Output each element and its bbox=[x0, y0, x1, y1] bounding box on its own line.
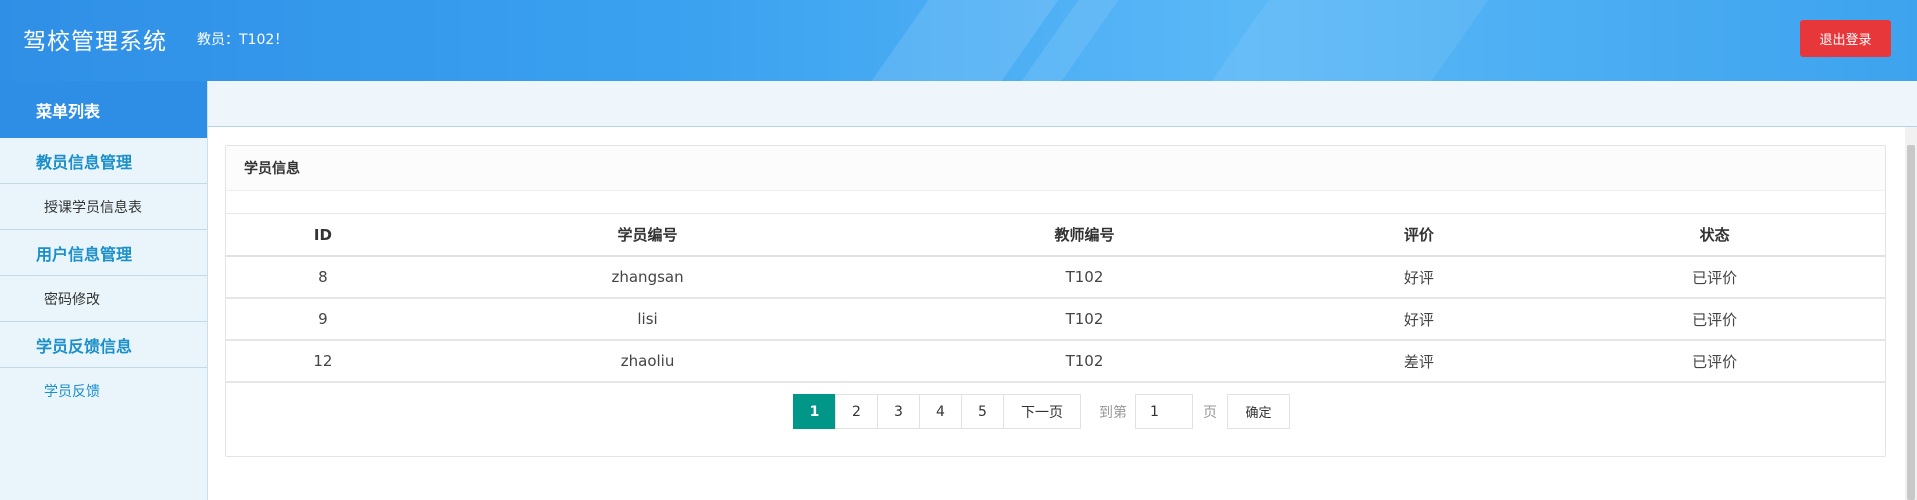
pagination: 1 2 3 4 5 下一页 到第 页 确定 bbox=[793, 394, 1290, 429]
app-title: 驾校管理系统 bbox=[23, 29, 167, 55]
goto-label: 到第 bbox=[1099, 404, 1127, 421]
menu-group-feedback-info[interactable]: 学员反馈信息 bbox=[0, 322, 207, 368]
column-header-rating: 评价 bbox=[1293, 214, 1545, 257]
table-row: 9 lisi T102 好评 已评价 bbox=[226, 298, 1885, 341]
card-title: 学员信息 bbox=[226, 146, 1885, 191]
menu-group-teacher-info[interactable]: 教员信息管理 bbox=[0, 138, 207, 184]
logout-button[interactable]: 退出登录 bbox=[1800, 20, 1891, 57]
cell-id: 12 bbox=[226, 340, 420, 383]
page-button-1[interactable]: 1 bbox=[793, 394, 836, 429]
top-header: 驾校管理系统 教员：T102！ 退出登录 bbox=[0, 0, 1917, 81]
cell-id: 8 bbox=[226, 256, 420, 299]
scrollbar-thumb[interactable] bbox=[1907, 145, 1915, 500]
menu-item-student-feedback[interactable]: 学员反馈 bbox=[0, 368, 207, 413]
cell-student-no: zhaoliu bbox=[419, 340, 876, 383]
cell-teacher-no: T102 bbox=[875, 256, 1294, 299]
column-header-status: 状态 bbox=[1544, 214, 1885, 257]
cell-teacher-no: T102 bbox=[875, 340, 1294, 383]
column-header-id: ID bbox=[226, 214, 420, 257]
cell-rating: 好评 bbox=[1293, 298, 1545, 341]
page-button-5[interactable]: 5 bbox=[961, 394, 1004, 429]
cell-student-no: lisi bbox=[419, 298, 876, 341]
menu-item-student-list[interactable]: 授课学员信息表 bbox=[0, 184, 207, 230]
cell-status: 已评价 bbox=[1544, 340, 1885, 383]
cell-id: 9 bbox=[226, 298, 420, 341]
page-button-2[interactable]: 2 bbox=[835, 394, 878, 429]
page-number-input[interactable] bbox=[1135, 394, 1193, 429]
vertical-scrollbar[interactable] bbox=[1905, 127, 1917, 500]
cell-rating: 差评 bbox=[1293, 340, 1545, 383]
page-button-4[interactable]: 4 bbox=[919, 394, 962, 429]
next-page-button[interactable]: 下一页 bbox=[1003, 394, 1081, 429]
menu-heading: 菜单列表 bbox=[0, 81, 207, 138]
table-header-row: ID 学员编号 教师编号 评价 状态 bbox=[226, 214, 1885, 257]
page-unit-label: 页 bbox=[1203, 404, 1217, 421]
card-divider bbox=[226, 191, 1885, 214]
sidebar: 菜单列表 教员信息管理 授课学员信息表 用户信息管理 密码修改 学员反馈信息 学… bbox=[0, 81, 208, 500]
welcome-text: 教员：T102！ bbox=[197, 32, 289, 48]
cell-teacher-no: T102 bbox=[875, 298, 1294, 341]
column-header-teacher-no: 教师编号 bbox=[875, 214, 1294, 257]
cell-status: 已评价 bbox=[1544, 256, 1885, 299]
cell-rating: 好评 bbox=[1293, 256, 1545, 299]
content-top-strip bbox=[208, 81, 1917, 127]
cell-student-no: zhangsan bbox=[419, 256, 876, 299]
page-button-3[interactable]: 3 bbox=[877, 394, 920, 429]
confirm-button[interactable]: 确定 bbox=[1227, 394, 1290, 429]
header-decoration bbox=[1211, 0, 1489, 81]
table-row: 12 zhaoliu T102 差评 已评价 bbox=[226, 340, 1885, 383]
table-row: 8 zhangsan T102 好评 已评价 bbox=[226, 256, 1885, 299]
menu-item-change-password[interactable]: 密码修改 bbox=[0, 276, 207, 322]
student-table: ID 学员编号 教师编号 评价 状态 8 zhangsan T102 好评 已评… bbox=[226, 214, 1885, 383]
menu-group-user-info[interactable]: 用户信息管理 bbox=[0, 230, 207, 276]
cell-status: 已评价 bbox=[1544, 298, 1885, 341]
column-header-student-no: 学员编号 bbox=[419, 214, 876, 257]
